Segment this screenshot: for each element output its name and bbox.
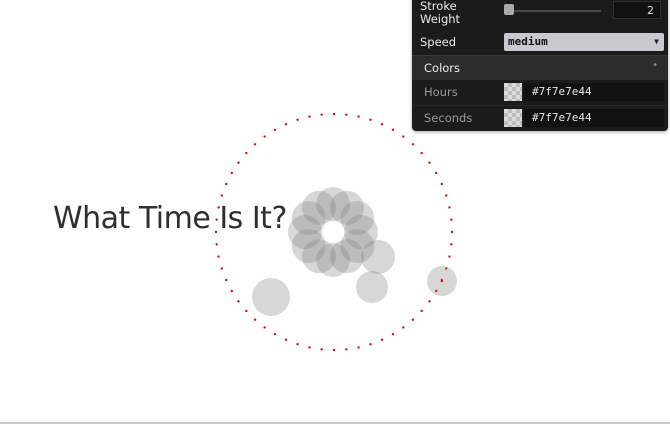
- ring-dot: [369, 343, 372, 346]
- ring-dot: [237, 161, 240, 164]
- ring-dot: [296, 343, 299, 346]
- folder-toggle-icon[interactable]: •: [652, 60, 658, 71]
- ring-dot: [402, 135, 405, 138]
- stroke-weight-input[interactable]: 2: [613, 1, 661, 19]
- ring-dot: [391, 128, 395, 132]
- ring-dot: [245, 309, 248, 313]
- ring-dot: [357, 346, 360, 349]
- ring-dot: [225, 182, 228, 186]
- stroke-weight-label: Stroke Weight: [420, 0, 461, 26]
- ring-dot: [308, 346, 311, 349]
- ring-dot: [450, 243, 453, 246]
- ring-dot: [428, 300, 431, 303]
- ring-dot: [345, 348, 348, 351]
- ring-dot: [296, 118, 299, 121]
- ring-dot: [380, 123, 384, 126]
- minute-circle: [252, 278, 290, 316]
- colors-folder-label: Colors: [424, 61, 461, 75]
- hours-color-swatch[interactable]: [504, 83, 522, 101]
- seconds-label: Seconds: [424, 111, 473, 125]
- seconds-color-input[interactable]: #7f7e7e44: [524, 109, 664, 127]
- hours-color-input[interactable]: #7f7e7e44: [524, 83, 664, 101]
- ring-dot: [320, 348, 323, 351]
- ring-dot: [273, 128, 277, 132]
- chevron-down-icon: ▼: [654, 37, 659, 46]
- speed-label: Speed: [420, 35, 457, 49]
- ring-dot: [445, 194, 448, 197]
- ring-dot: [411, 143, 415, 146]
- ring-dot: [391, 332, 395, 336]
- hour-circle: [302, 190, 336, 225]
- seconds-color-swatch[interactable]: [504, 109, 522, 127]
- ring-dot: [434, 171, 438, 175]
- ring-dot: [273, 332, 277, 336]
- ring-dot: [332, 348, 336, 352]
- ring-dot: [284, 123, 288, 126]
- ring-dot: [420, 309, 423, 313]
- ring-dot: [237, 300, 240, 303]
- ring-dot: [357, 115, 360, 118]
- settings-panel: Stroke Weight 2 Speed medium ▼ Colors • …: [412, 0, 668, 131]
- stroke-weight-slider[interactable]: [505, 10, 601, 12]
- ring-dot: [215, 243, 218, 246]
- ring-dot: [450, 218, 453, 221]
- ring-dot: [345, 113, 348, 116]
- hours-color-row: Hours #7f7e7e44: [412, 80, 668, 104]
- ring-dot: [225, 278, 228, 282]
- ring-dot: [253, 318, 257, 321]
- ring-dot: [220, 267, 223, 270]
- ring-dot: [230, 171, 234, 175]
- ring-dot: [411, 318, 415, 321]
- ring-dot: [308, 115, 311, 118]
- stroke-weight-slider-handle[interactable]: [504, 4, 514, 15]
- ring-dot: [448, 206, 451, 209]
- ring-dot: [369, 118, 372, 121]
- ring-dot: [245, 151, 248, 155]
- ring-dot: [440, 279, 444, 283]
- ring-dot: [402, 326, 405, 329]
- colors-folder-header[interactable]: Colors •: [412, 55, 668, 80]
- second-circle: [361, 240, 395, 274]
- ring-dot: [253, 143, 257, 146]
- speed-select[interactable]: medium ▼: [504, 33, 664, 51]
- ring-dot: [440, 182, 443, 186]
- second-circle: [356, 271, 388, 303]
- seconds-color-row: Seconds #7f7e7e44: [412, 105, 668, 130]
- ring-dot: [448, 255, 451, 258]
- stroke-weight-row: Stroke Weight 2: [412, 0, 668, 29]
- hours-label: Hours: [424, 85, 458, 99]
- ring-dot: [220, 194, 223, 197]
- ring-dot: [332, 112, 336, 116]
- ring-dot: [420, 151, 423, 155]
- ring-dot: [217, 255, 220, 258]
- speed-select-value: medium: [508, 35, 548, 48]
- ring-dot: [380, 338, 384, 341]
- ring-dot: [450, 230, 454, 234]
- ring-dot: [230, 289, 234, 293]
- ring-dot: [263, 135, 266, 138]
- ring-dot: [284, 338, 288, 341]
- page-title: What Time Is It?: [53, 201, 287, 236]
- speed-row: Speed medium ▼: [412, 29, 668, 55]
- ring-dot: [320, 113, 323, 116]
- ring-dot: [263, 326, 266, 329]
- ring-dot: [428, 161, 431, 164]
